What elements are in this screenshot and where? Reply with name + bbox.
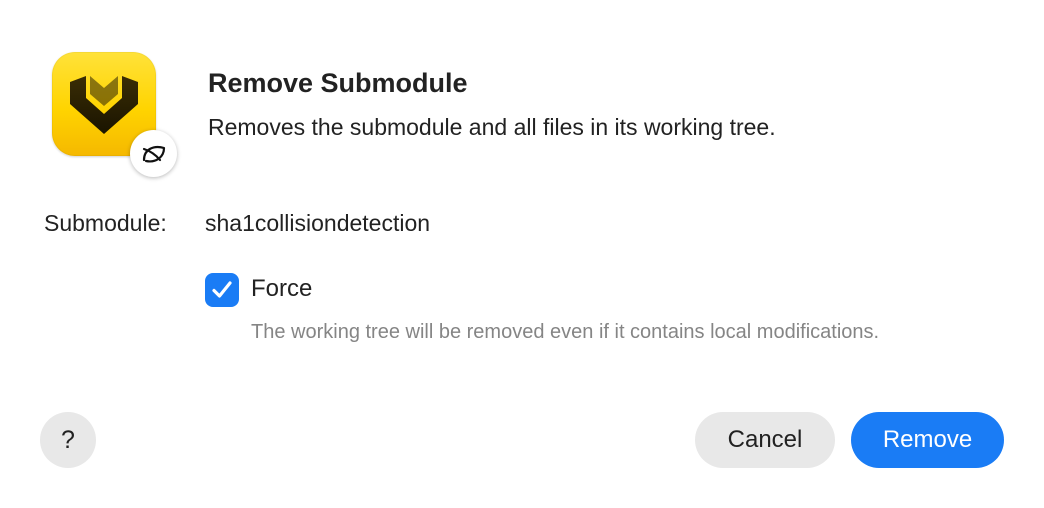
checkmark-icon [212, 281, 232, 298]
force-checkbox-label[interactable]: Force [251, 275, 312, 303]
force-checkbox[interactable] [205, 273, 239, 307]
leaf-icon [142, 145, 165, 162]
cancel-button[interactable]: Cancel [695, 412, 835, 468]
remove-submodule-dialog: Remove Submodule Removes the submodule a… [0, 0, 1044, 508]
dialog-title: Remove Submodule [208, 68, 468, 98]
help-button[interactable]: ? [40, 412, 96, 468]
submodule-name: sha1collisiondetection [205, 210, 431, 236]
submodule-label: Submodule: [44, 210, 167, 236]
remove-button[interactable]: Remove [851, 412, 1004, 468]
chevron-logo-icon [70, 76, 138, 134]
force-hint-text: The working tree will be removed even if… [251, 321, 880, 343]
dialog-subtitle: Removes the submodule and all files in i… [208, 114, 776, 140]
leaf-badge [130, 130, 177, 177]
